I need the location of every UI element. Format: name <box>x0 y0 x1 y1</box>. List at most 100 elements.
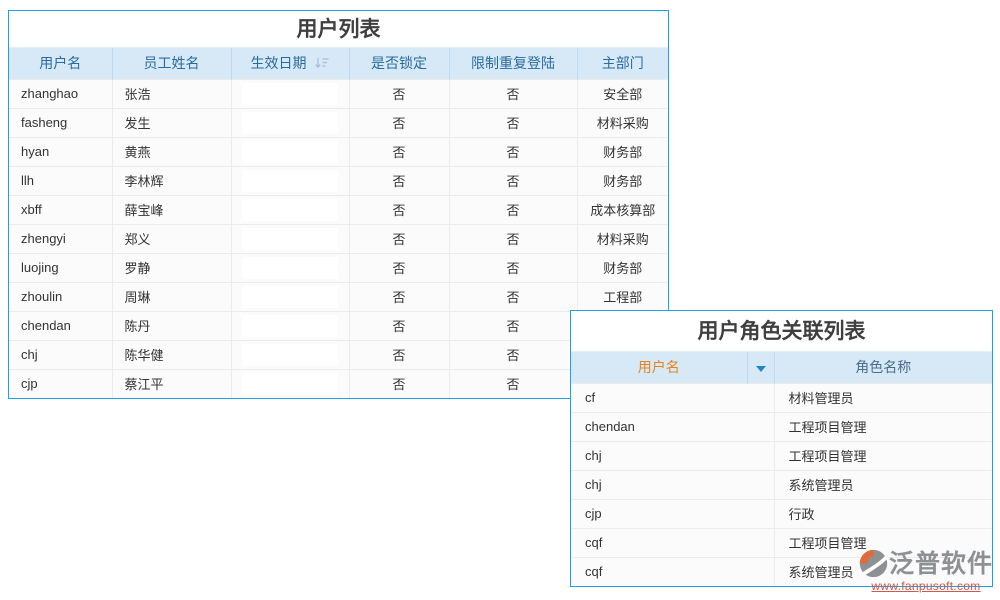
cell-locked: 否 <box>349 253 449 282</box>
cell-effective-date <box>231 108 349 137</box>
user-table-row[interactable]: xbff 薛宝峰 否 否 成本核算部 <box>9 195 668 224</box>
fanpu-logo-icon <box>858 548 889 579</box>
cell-locked: 否 <box>349 311 449 340</box>
col-header-employee-name[interactable]: 员工姓名 <box>112 48 231 79</box>
role-table-row[interactable]: cf 材料管理员 <box>571 383 992 412</box>
cell-username: chj <box>9 340 112 369</box>
cell-role-name: 工程项目管理 <box>774 412 992 441</box>
cell-employee-name: 发生 <box>112 108 231 137</box>
user-table-row[interactable]: luojing 罗静 否 否 财务部 <box>9 253 668 282</box>
cell-locked: 否 <box>349 79 449 108</box>
cell-restrict-login: 否 <box>449 166 577 195</box>
cell-restrict-login: 否 <box>449 369 577 398</box>
date-field[interactable] <box>242 373 338 395</box>
user-table-row[interactable]: fasheng 发生 否 否 材料采购 <box>9 108 668 137</box>
user-table-row[interactable]: zhanghao 张浩 否 否 安全部 <box>9 79 668 108</box>
cell-restrict-login: 否 <box>449 253 577 282</box>
cell-employee-name: 周琳 <box>112 282 231 311</box>
cell-main-department: 成本核算部 <box>577 195 668 224</box>
col-header-locked[interactable]: 是否锁定 <box>349 48 449 79</box>
date-field[interactable] <box>242 170 338 192</box>
role-table-row[interactable]: chendan 工程项目管理 <box>571 412 992 441</box>
col-header-username[interactable]: 用户名 <box>9 48 112 79</box>
role-table-header: 用户名 角色名称 <box>571 352 992 383</box>
cell-restrict-login: 否 <box>449 311 577 340</box>
cell-effective-date <box>231 340 349 369</box>
cell-locked: 否 <box>349 108 449 137</box>
filter-dropdown-button[interactable] <box>747 352 774 383</box>
date-field[interactable] <box>242 257 338 279</box>
user-table-row[interactable]: zhoulin 周琳 否 否 工程部 <box>9 282 668 311</box>
cell-main-department: 安全部 <box>577 79 668 108</box>
date-field[interactable] <box>242 199 338 221</box>
date-field[interactable] <box>242 83 338 105</box>
cell-employee-name: 蔡江平 <box>112 369 231 398</box>
cell-effective-date <box>231 253 349 282</box>
date-field[interactable] <box>242 344 338 366</box>
cell-username: chendan <box>9 311 112 340</box>
cell-restrict-login: 否 <box>449 195 577 224</box>
role-table-header-row: 用户名 角色名称 <box>571 352 992 383</box>
cell-locked: 否 <box>349 224 449 253</box>
cell-employee-name: 李林辉 <box>112 166 231 195</box>
col-header-main-department[interactable]: 主部门 <box>577 48 668 79</box>
cell-main-department: 材料采购 <box>577 108 668 137</box>
cell-employee-name: 陈华健 <box>112 340 231 369</box>
cell-employee-name: 郑义 <box>112 224 231 253</box>
cell-main-department: 财务部 <box>577 137 668 166</box>
role-table-row[interactable]: chj 工程项目管理 <box>571 441 992 470</box>
cell-employee-name: 黄燕 <box>112 137 231 166</box>
cell-employee-name: 薛宝峰 <box>112 195 231 224</box>
date-field[interactable] <box>242 141 338 163</box>
cell-role-username: chj <box>571 441 774 470</box>
cell-effective-date <box>231 224 349 253</box>
cell-employee-name: 陈丹 <box>112 311 231 340</box>
cell-role-username: cf <box>571 383 774 412</box>
cell-effective-date <box>231 311 349 340</box>
watermark-brand: 泛普软件 <box>889 549 993 579</box>
user-table-title: 用户列表 <box>9 11 668 48</box>
page-canvas: 用户列表 用户名 员工姓名 生效日期 <box>0 0 1000 600</box>
cell-effective-date <box>231 282 349 311</box>
col-header-role-username[interactable]: 用户名 <box>571 352 747 383</box>
cell-username: llh <box>9 166 112 195</box>
col-header-restrict-login[interactable]: 限制重复登陆 <box>449 48 577 79</box>
user-table-row[interactable]: hyan 黄燕 否 否 财务部 <box>9 137 668 166</box>
cell-role-username: chj <box>571 470 774 499</box>
role-table-title: 用户角色关联列表 <box>571 311 992 352</box>
col-header-role-name[interactable]: 角色名称 <box>774 352 992 383</box>
cell-restrict-login: 否 <box>449 282 577 311</box>
cell-locked: 否 <box>349 282 449 311</box>
cell-role-name: 材料管理员 <box>774 383 992 412</box>
cell-main-department: 工程部 <box>577 282 668 311</box>
cell-username: cjp <box>9 369 112 398</box>
date-field[interactable] <box>242 228 338 250</box>
cell-locked: 否 <box>349 137 449 166</box>
cell-role-username: cjp <box>571 499 774 528</box>
cell-restrict-login: 否 <box>449 79 577 108</box>
date-field[interactable] <box>242 315 338 337</box>
cell-main-department: 财务部 <box>577 166 668 195</box>
user-table-header: 用户名 员工姓名 生效日期 是否锁定 限制重复登陆 <box>9 48 668 79</box>
role-table-row[interactable]: cjp 行政 <box>571 499 992 528</box>
user-table-row[interactable]: zhengyi 郑义 否 否 材料采购 <box>9 224 668 253</box>
cell-locked: 否 <box>349 369 449 398</box>
role-table-row[interactable]: chj 系统管理员 <box>571 470 992 499</box>
cell-username: fasheng <box>9 108 112 137</box>
cell-restrict-login: 否 <box>449 137 577 166</box>
cell-effective-date <box>231 79 349 108</box>
cell-main-department: 财务部 <box>577 253 668 282</box>
user-table-row[interactable]: llh 李林辉 否 否 财务部 <box>9 166 668 195</box>
cell-effective-date <box>231 369 349 398</box>
cell-username: zhoulin <box>9 282 112 311</box>
cell-main-department: 材料采购 <box>577 224 668 253</box>
cell-username: xbff <box>9 195 112 224</box>
cell-effective-date <box>231 137 349 166</box>
cell-role-name: 行政 <box>774 499 992 528</box>
date-field[interactable] <box>242 112 338 134</box>
cell-restrict-login: 否 <box>449 108 577 137</box>
watermark-row: 泛普软件 <box>858 548 994 579</box>
date-field[interactable] <box>242 286 338 308</box>
col-header-effective-date-label: 生效日期 <box>251 55 307 71</box>
col-header-effective-date[interactable]: 生效日期 <box>231 48 349 79</box>
